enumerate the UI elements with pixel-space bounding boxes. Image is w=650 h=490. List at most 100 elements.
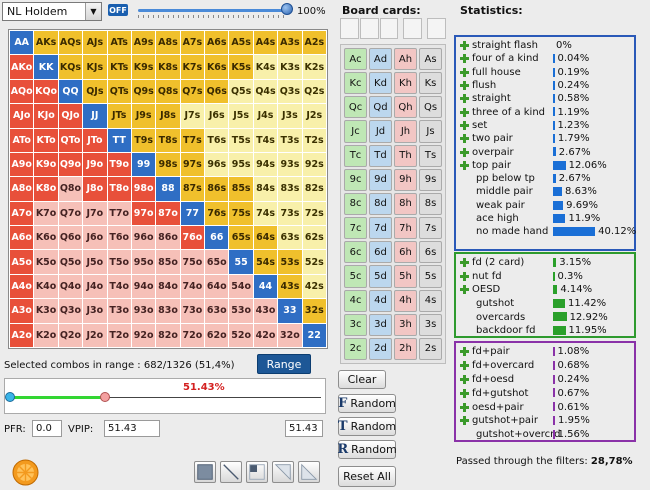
hand-cell[interactable]: Q4o: [58, 274, 83, 299]
plus-icon[interactable]: [460, 94, 469, 104]
hand-cell[interactable]: Q8o: [58, 177, 83, 201]
hand-cell[interactable]: T7s: [180, 128, 205, 152]
hand-cell[interactable]: T4s: [253, 128, 278, 152]
stat-row[interactable]: full house 0.19%: [456, 66, 634, 79]
hand-cell[interactable]: A3o: [10, 299, 34, 323]
card-2d[interactable]: 2d: [369, 337, 392, 360]
hand-cell[interactable]: Q6s: [205, 79, 229, 104]
hand-cell[interactable]: AKs: [34, 31, 58, 55]
stat-row[interactable]: four of a kind 0.04%: [456, 52, 634, 65]
card-9s[interactable]: 9s: [419, 168, 442, 191]
stat-row[interactable]: nut fd 0.3%: [456, 270, 634, 284]
stat-row[interactable]: OESD 4.14%: [456, 283, 634, 297]
hand-cell[interactable]: AQo: [10, 79, 34, 104]
hand-cell[interactable]: T3o: [107, 299, 131, 323]
hand-cell[interactable]: QJo: [58, 104, 83, 128]
hand-cell[interactable]: A2s: [302, 31, 326, 55]
board-slot-1[interactable]: [340, 18, 359, 39]
board-slot-2[interactable]: [359, 18, 379, 39]
card-3c[interactable]: 3c: [344, 313, 367, 336]
range-button[interactable]: Range: [257, 354, 311, 374]
pfr-input[interactable]: 0.0: [32, 420, 62, 437]
board-slot-5[interactable]: [427, 18, 446, 39]
card-jc[interactable]: Jc: [344, 120, 367, 143]
hand-cell[interactable]: K7o: [34, 201, 58, 226]
stat-row[interactable]: set 1.23%: [456, 119, 634, 132]
hand-cell[interactable]: K5s: [229, 55, 253, 79]
hand-cell[interactable]: 75o: [180, 250, 205, 274]
card-8d[interactable]: 8d: [369, 192, 392, 216]
hand-cell[interactable]: K9s: [131, 55, 156, 79]
clear-button[interactable]: Clear: [338, 370, 386, 389]
hand-cell[interactable]: J2s: [302, 104, 326, 128]
stat-row[interactable]: top pair 12.06%: [456, 159, 634, 172]
hand-cell[interactable]: 65o: [205, 250, 229, 274]
hand-cell[interactable]: K5o: [34, 250, 58, 274]
hand-cell[interactable]: A4o: [10, 274, 34, 299]
hand-cell[interactable]: 42o: [253, 323, 278, 347]
card-5h[interactable]: 5h: [394, 265, 417, 288]
hand-cell[interactable]: 72s: [302, 201, 326, 226]
stat-row[interactable]: fd+gutshot 0.67%: [456, 386, 634, 400]
hand-cell[interactable]: Q9s: [131, 79, 156, 104]
stat-row[interactable]: oesd+pair 0.61%: [456, 400, 634, 414]
card-7h[interactable]: 7h: [394, 217, 417, 240]
card-8c[interactable]: 8c: [344, 192, 367, 216]
hand-cell[interactable]: Q2s: [302, 79, 326, 104]
card-6h[interactable]: 6h: [394, 241, 417, 264]
hand-cell[interactable]: J4s: [253, 104, 278, 128]
random-river-button[interactable]: R Random: [337, 440, 397, 459]
hand-cell[interactable]: AQs: [58, 31, 83, 55]
hand-cell[interactable]: T8o: [107, 177, 131, 201]
hand-cell[interactable]: 62s: [302, 226, 326, 250]
card-8s[interactable]: 8s: [419, 192, 442, 216]
hand-cell[interactable]: A9s: [131, 31, 156, 55]
plus-icon[interactable]: [460, 134, 469, 144]
hand-cell[interactable]: J9s: [131, 104, 156, 128]
diagonal-tool-icon[interactable]: [220, 461, 242, 483]
hand-cell[interactable]: 63o: [205, 299, 229, 323]
stat-row[interactable]: fd+pair 1.08%: [456, 345, 634, 359]
hand-cell[interactable]: 63s: [278, 226, 302, 250]
chevron-down-icon[interactable]: ▼: [85, 3, 101, 20]
hand-cell[interactable]: Q9o: [58, 152, 83, 177]
hand-cell[interactable]: AJo: [10, 104, 34, 128]
hand-cell[interactable]: K6s: [205, 55, 229, 79]
hand-cell[interactable]: 83s: [278, 177, 302, 201]
hand-cell[interactable]: A4s: [253, 31, 278, 55]
plus-icon[interactable]: [460, 388, 469, 398]
card-7c[interactable]: 7c: [344, 217, 367, 240]
card-3s[interactable]: 3s: [419, 313, 442, 336]
card-6s[interactable]: 6s: [419, 241, 442, 264]
hand-cell[interactable]: 32o: [278, 323, 302, 347]
stat-row[interactable]: flush 0.24%: [456, 79, 634, 92]
card-jd[interactable]: Jd: [369, 120, 392, 143]
hand-cell[interactable]: K3o: [34, 299, 58, 323]
vpip-secondary-input[interactable]: 51.43: [285, 420, 323, 437]
hand-cell[interactable]: J4o: [83, 274, 107, 299]
hand-cell[interactable]: J9o: [83, 152, 107, 177]
hand-cell[interactable]: 44: [253, 274, 278, 299]
hand-cell[interactable]: A5s: [229, 31, 253, 55]
hand-cell[interactable]: A7s: [180, 31, 205, 55]
hand-cell[interactable]: 92s: [302, 152, 326, 177]
stat-row[interactable]: overpair 2.67%: [456, 145, 634, 158]
card-qs[interactable]: Qs: [419, 96, 442, 119]
hand-cell[interactable]: 96o: [131, 226, 156, 250]
hand-cell[interactable]: T5o: [107, 250, 131, 274]
hand-cell[interactable]: 72o: [180, 323, 205, 347]
card-jh[interactable]: Jh: [394, 120, 417, 143]
top-slider[interactable]: [138, 2, 293, 18]
card-9d[interactable]: 9d: [369, 168, 392, 191]
plus-icon[interactable]: [460, 285, 469, 295]
card-ts[interactable]: Ts: [419, 144, 442, 167]
hand-cell[interactable]: A8o: [10, 177, 34, 201]
plus-icon[interactable]: [460, 402, 469, 412]
card-kd[interactable]: Kd: [369, 72, 392, 95]
plus-icon[interactable]: [460, 347, 469, 357]
hand-cell[interactable]: KQs: [58, 55, 83, 79]
hand-cell[interactable]: J6s: [205, 104, 229, 128]
hand-cell[interactable]: J8s: [156, 104, 180, 128]
card-ks[interactable]: Ks: [419, 72, 442, 95]
hand-cell[interactable]: KJo: [34, 104, 58, 128]
